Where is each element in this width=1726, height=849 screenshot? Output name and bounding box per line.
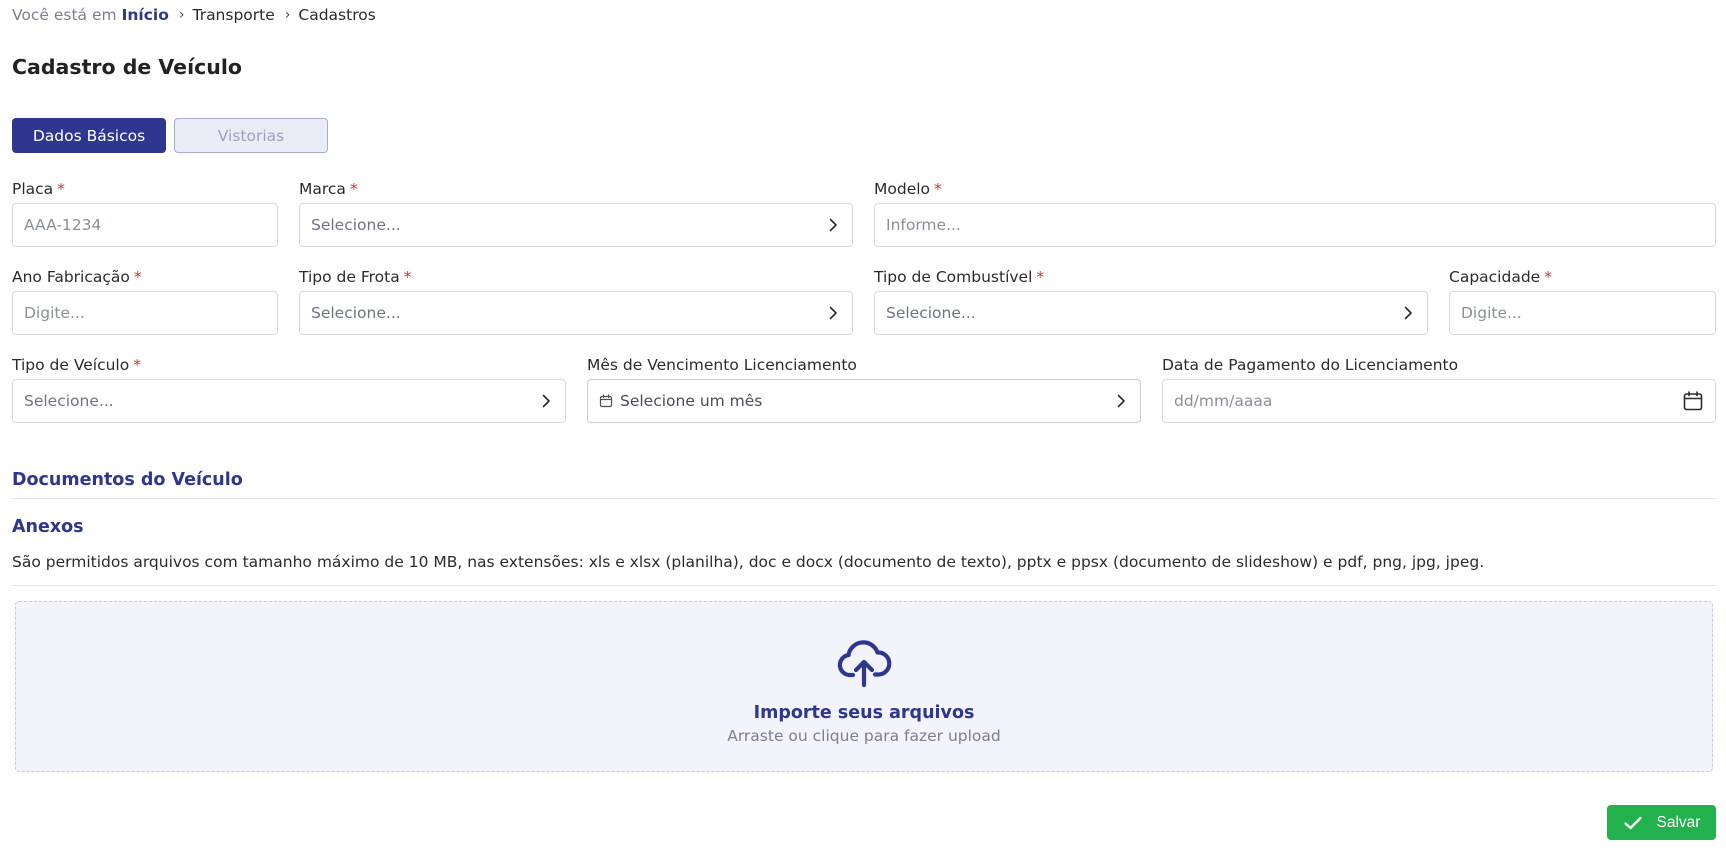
section-divider bbox=[12, 498, 1716, 499]
capacidade-label: Capacidade * bbox=[1449, 268, 1552, 286]
breadcrumb-separator-icon: › bbox=[284, 7, 291, 23]
mes-vencimento-label: Mês de Vencimento Licenciamento bbox=[587, 356, 857, 374]
tipo-combustivel-label: Tipo de Combustível * bbox=[874, 268, 1045, 286]
tipo-combustivel-placeholder: Selecione... bbox=[886, 304, 976, 322]
data-pagamento-input-box[interactable] bbox=[1162, 379, 1716, 423]
marca-placeholder: Selecione... bbox=[311, 216, 401, 234]
dropzone-title: Importe seus arquivos bbox=[753, 703, 975, 723]
breadcrumb-item-transporte[interactable]: Transporte bbox=[193, 6, 275, 24]
dropzone-subtitle: Arraste ou clique para fazer upload bbox=[727, 727, 1001, 745]
required-marker: * bbox=[349, 180, 358, 198]
marca-select[interactable]: Selecione... bbox=[299, 203, 853, 247]
ano-fabricacao-input-box[interactable] bbox=[12, 291, 278, 335]
tipo-veiculo-placeholder: Selecione... bbox=[24, 392, 114, 410]
section-divider bbox=[12, 585, 1716, 586]
mes-vencimento-picker[interactable]: Selecione um mês bbox=[587, 379, 1141, 423]
breadcrumb-link-home[interactable]: Início bbox=[122, 6, 169, 24]
documentos-section-title: Documentos do Veículo bbox=[12, 470, 243, 490]
required-marker: * bbox=[133, 356, 141, 374]
chevron-right-icon bbox=[1113, 393, 1129, 409]
mes-vencimento-placeholder: Selecione um mês bbox=[620, 392, 763, 410]
data-pagamento-label: Data de Pagamento do Licenciamento bbox=[1162, 356, 1459, 374]
breadcrumb-prefix: Você está em bbox=[12, 6, 117, 24]
page-title: Cadastro de Veículo bbox=[12, 55, 242, 79]
data-pagamento-input[interactable] bbox=[1174, 392, 1682, 410]
calendar-icon bbox=[599, 394, 613, 408]
tipo-combustivel-select[interactable]: Selecione... bbox=[874, 291, 1428, 335]
ano-fabricacao-label: Ano Fabricação * bbox=[12, 268, 142, 286]
tipo-veiculo-label: Tipo de Veículo * bbox=[12, 356, 141, 374]
cloud-upload-icon bbox=[836, 638, 892, 688]
required-marker: * bbox=[1036, 268, 1045, 286]
modelo-label: Modelo * bbox=[874, 180, 942, 198]
tipo-frota-select[interactable]: Selecione... bbox=[299, 291, 853, 335]
file-rules-text: São permitidos arquivos com tamanho máxi… bbox=[12, 553, 1485, 571]
tipo-frota-label: Tipo de Frota * bbox=[299, 268, 412, 286]
tab-dados-basicos[interactable]: Dados Básicos bbox=[12, 118, 166, 153]
required-marker: * bbox=[934, 180, 942, 198]
capacidade-input[interactable] bbox=[1461, 304, 1704, 322]
ano-fabricacao-input[interactable] bbox=[24, 304, 266, 322]
modelo-input[interactable] bbox=[886, 216, 1704, 234]
breadcrumb-separator-icon: › bbox=[178, 7, 185, 23]
capacidade-input-box[interactable] bbox=[1449, 291, 1716, 335]
breadcrumb-item-cadastros: Cadastros bbox=[298, 6, 376, 24]
required-marker: * bbox=[1544, 268, 1552, 286]
placa-input[interactable] bbox=[24, 216, 266, 234]
chevron-right-icon bbox=[538, 393, 554, 409]
tipo-frota-placeholder: Selecione... bbox=[311, 304, 401, 322]
required-marker: * bbox=[57, 180, 65, 198]
required-marker: * bbox=[403, 268, 412, 286]
chevron-right-icon bbox=[825, 217, 841, 233]
save-button-label: Salvar bbox=[1656, 813, 1701, 831]
marca-label: Marca * bbox=[299, 180, 358, 198]
breadcrumb: Você está em Início › Transporte › Cadas… bbox=[12, 5, 376, 25]
tipo-veiculo-select[interactable]: Selecione... bbox=[12, 379, 566, 423]
file-upload-dropzone[interactable]: Importe seus arquivos Arraste ou clique … bbox=[15, 601, 1713, 772]
modelo-input-box[interactable] bbox=[874, 203, 1716, 247]
save-button[interactable]: Salvar bbox=[1607, 805, 1716, 840]
required-marker: * bbox=[133, 268, 142, 286]
check-icon bbox=[1623, 815, 1643, 831]
anexos-title: Anexos bbox=[12, 517, 84, 537]
chevron-right-icon bbox=[1400, 305, 1416, 321]
calendar-icon[interactable] bbox=[1682, 390, 1704, 412]
placa-input-box[interactable] bbox=[12, 203, 278, 247]
chevron-right-icon bbox=[825, 305, 841, 321]
placa-label: Placa * bbox=[12, 180, 65, 198]
tab-vistorias[interactable]: Vistorias bbox=[174, 118, 328, 153]
